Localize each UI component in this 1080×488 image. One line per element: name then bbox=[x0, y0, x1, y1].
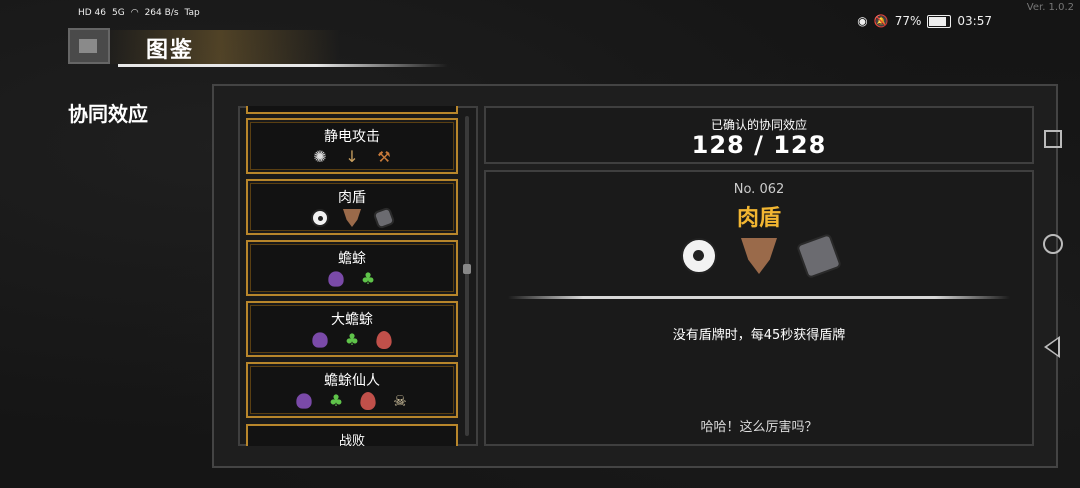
synergy-quote: 哈哈！这么厉害吗？ bbox=[700, 420, 818, 435]
count-value: 128 / 128 bbox=[691, 131, 827, 159]
frog-icon bbox=[296, 393, 312, 409]
version-label: Ver. 1.0.2 bbox=[1026, 2, 1074, 13]
synergy-count-panel: 已确认的协同效应 128 / 128 bbox=[484, 106, 1034, 164]
scrollbar-thumb[interactable] bbox=[463, 264, 471, 274]
battery-icon bbox=[927, 14, 952, 28]
header-glow bbox=[100, 30, 340, 64]
egg-icon bbox=[376, 331, 392, 349]
net-speed: 264 B/s bbox=[144, 8, 179, 18]
frog-icon bbox=[312, 332, 328, 348]
back-nav-button[interactable] bbox=[1044, 336, 1060, 358]
wifi-icon: ◠ bbox=[130, 8, 139, 18]
synergy-item-label: 大蟾蜍 bbox=[331, 312, 373, 328]
skull-icon: ☠ bbox=[393, 392, 407, 410]
stone-icon bbox=[372, 206, 396, 230]
synergy-item-toad[interactable]: 蟾蜍 ♣ bbox=[246, 240, 458, 296]
page-title: 图鉴 bbox=[146, 38, 195, 63]
stone-icon bbox=[795, 232, 843, 280]
synergy-detail-panel: No. 062 肉盾 没有盾牌时，每45秒获得盾牌 哈哈！这么厉害吗？ bbox=[484, 170, 1034, 446]
ball-icon bbox=[681, 238, 717, 274]
synergy-item-label: 战败 bbox=[338, 434, 365, 446]
synergy-item-meat-shield[interactable]: 肉盾 bbox=[246, 179, 458, 235]
mute-icon: 🔕 bbox=[873, 14, 889, 28]
header-underline bbox=[118, 64, 448, 67]
list-scrollbar[interactable] bbox=[465, 116, 469, 436]
synergy-item-toad-sage[interactable]: 蟾蜍仙人 ♣ ☠ bbox=[246, 362, 458, 418]
section-title: 协同效应 bbox=[68, 102, 148, 126]
arrow-icon: ↓ bbox=[345, 147, 359, 166]
clover-icon: ♣ bbox=[344, 330, 360, 349]
back-button[interactable] bbox=[68, 28, 110, 64]
status-bar-right: ◉ 🔕 77% 03:57 bbox=[857, 14, 992, 28]
ball-icon bbox=[311, 209, 329, 227]
network-indicator: HD 46 bbox=[78, 8, 107, 18]
eye-icon: ◉ bbox=[857, 14, 868, 28]
synergy-item-label: 肉盾 bbox=[338, 190, 366, 206]
list-item-partial[interactable] bbox=[246, 106, 458, 114]
egg-icon bbox=[360, 392, 376, 410]
synergy-item-big-toad[interactable]: 大蟾蜍 ♣ bbox=[246, 301, 458, 357]
network-5g-indicator: 5G bbox=[112, 8, 125, 18]
battery-percent: 77% bbox=[894, 14, 922, 28]
synergy-item-label: 蟾蜍 bbox=[338, 251, 366, 267]
frog-icon bbox=[328, 271, 344, 287]
mask-icon bbox=[343, 209, 361, 227]
synergy-item-static-attack[interactable]: 静电攻击 ✺ ↓ ⚒ bbox=[246, 118, 458, 174]
hammer-icon: ⚒ bbox=[377, 148, 391, 166]
clock: 03:57 bbox=[957, 14, 992, 28]
home-button[interactable] bbox=[1043, 234, 1063, 254]
notification-app: Tap bbox=[184, 8, 200, 18]
synergy-icons bbox=[486, 232, 1032, 280]
mask-icon bbox=[741, 238, 777, 274]
synergy-number: No. 062 bbox=[733, 182, 785, 197]
clover-icon: ♣ bbox=[360, 269, 376, 288]
clover-icon: ♣ bbox=[328, 391, 344, 410]
synergy-description: 没有盾牌时，每45秒获得盾牌 bbox=[672, 328, 846, 343]
synergy-item-label: 静电攻击 bbox=[324, 129, 380, 145]
spark-icon: ✺ bbox=[313, 147, 327, 166]
synergy-item-defeat[interactable]: 战败 bbox=[246, 424, 458, 446]
divider bbox=[508, 296, 1010, 299]
recent-apps-button[interactable] bbox=[1044, 130, 1062, 148]
synergy-name: 肉盾 bbox=[736, 206, 781, 231]
synergy-item-label: 蟾蜍仙人 bbox=[324, 373, 380, 389]
status-bar-left: HD 46 5G ◠ 264 B/s Tap bbox=[78, 8, 206, 18]
